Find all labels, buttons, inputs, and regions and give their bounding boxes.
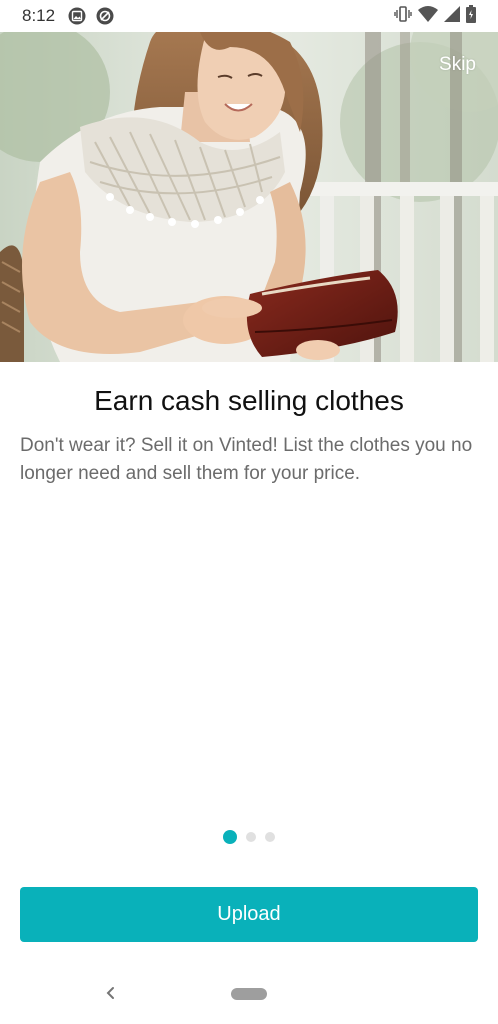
back-chevron-icon[interactable] — [100, 982, 122, 1004]
status-icons — [394, 4, 476, 28]
vibrate-icon — [394, 5, 412, 27]
upload-button[interactable]: Upload — [20, 887, 478, 942]
status-bar: 8:12 — [0, 0, 498, 32]
wifi-icon — [418, 5, 438, 27]
skip-button[interactable]: Skip — [439, 54, 476, 76]
page-title: Earn cash selling clothes — [94, 385, 404, 416]
battery-icon — [466, 4, 476, 28]
system-nav-bar — [0, 968, 498, 1024]
page-indicator — [0, 830, 498, 844]
page-dot[interactable] — [265, 832, 275, 842]
home-pill-icon[interactable] — [231, 988, 267, 1000]
signal-icon — [444, 5, 460, 27]
status-time: 8:12 — [22, 6, 56, 25]
page-description: Don't wear it? Sell it on Vinted! List t… — [20, 435, 473, 484]
page-dot-active[interactable] — [223, 830, 237, 844]
onboarding-screen: 8:12 Skip Earn cash selling clothes Don'… — [0, 0, 498, 1024]
at-sign-icon — [96, 7, 114, 25]
photo-icon — [68, 7, 86, 25]
hero-image — [0, 32, 498, 362]
page-dot[interactable] — [246, 832, 256, 842]
